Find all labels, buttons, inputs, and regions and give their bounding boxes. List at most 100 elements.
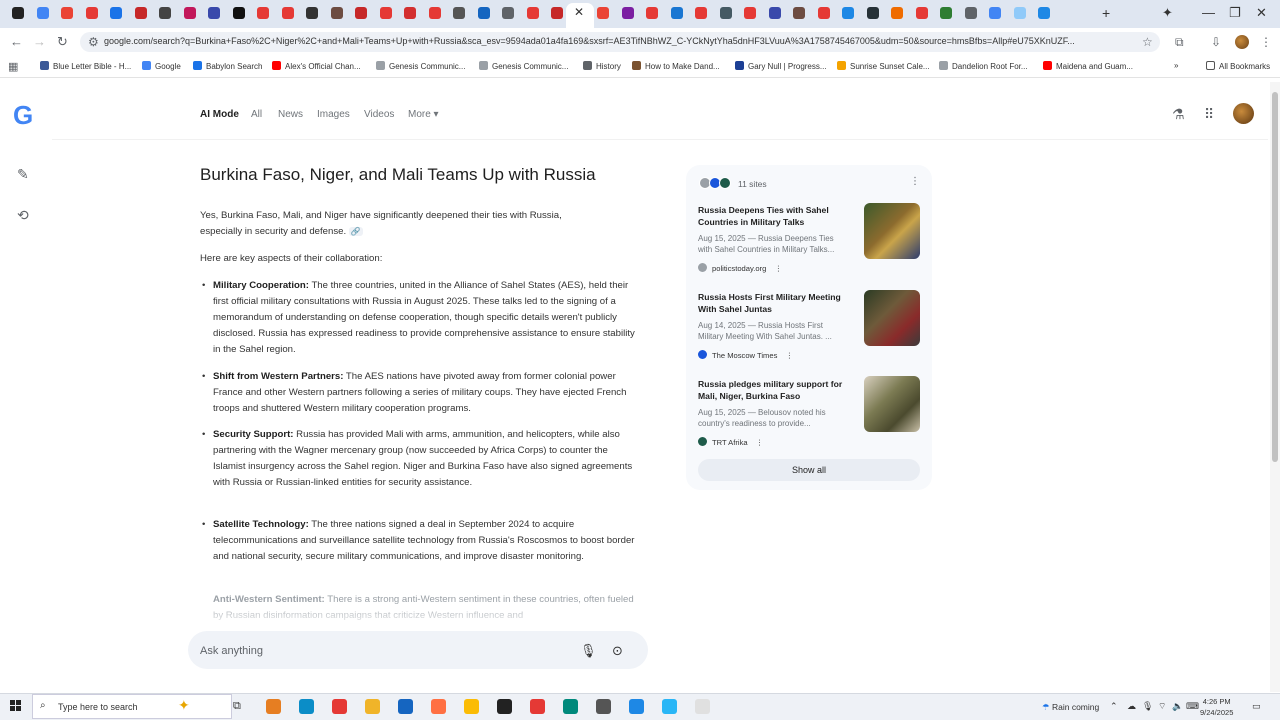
source-options-icon[interactable]: ⋮ [786, 351, 794, 360]
maximize-icon[interactable]: ❐ [1229, 5, 1241, 21]
bookmark-item[interactable]: History [583, 61, 621, 71]
new-tab-icon[interactable]: + [1102, 5, 1110, 21]
browser-profile-avatar[interactable] [1235, 35, 1249, 49]
all-bookmarks[interactable]: All Bookmarks [1206, 61, 1270, 71]
ask-input-placeholder[interactable]: Ask anything [200, 645, 263, 657]
tab-favicon[interactable] [670, 7, 683, 19]
tab-favicon[interactable] [842, 7, 854, 19]
source-thumbnail[interactable] [864, 376, 920, 432]
tab-favicon[interactable] [183, 7, 196, 19]
notifications-icon[interactable]: ▭ [1252, 701, 1261, 712]
taskbar-app-icon[interactable] [266, 699, 281, 714]
tab-news[interactable]: News [278, 109, 303, 120]
tab-favicon[interactable] [1013, 7, 1026, 19]
tab-favicon[interactable] [621, 7, 634, 19]
bookmark-item[interactable]: Gary Null | Progress... [735, 61, 827, 71]
browser-menu-icon[interactable]: ⋮ [1260, 35, 1272, 49]
tab-favicon[interactable] [379, 7, 392, 19]
bookmark-item[interactable]: Sunrise Sunset Cale... [837, 61, 930, 71]
bookmarks-overflow-icon[interactable]: » [1174, 61, 1178, 70]
tab-favicon[interactable] [793, 7, 805, 19]
tab-ai-mode[interactable]: AI Mode [200, 109, 239, 120]
tab-favicon[interactable] [12, 7, 24, 19]
sites-count[interactable]: 11 sites [738, 179, 767, 189]
lens-camera-icon[interactable]: ⊙ [612, 643, 623, 659]
tab-favicon[interactable] [134, 7, 147, 19]
close-window-icon[interactable]: ✕ [1256, 5, 1267, 21]
volume-icon[interactable]: 🔈 [1172, 701, 1183, 712]
tab-favicon[interactable] [159, 7, 171, 19]
tab-favicon[interactable] [330, 7, 343, 19]
taskbar-app-icon[interactable] [464, 699, 479, 714]
taskbar-search-placeholder[interactable]: Type here to search [58, 702, 138, 712]
taskbar-app-icon[interactable] [596, 699, 611, 714]
taskbar-app-icon[interactable] [563, 699, 578, 714]
google-apps-icon[interactable]: ⠿ [1204, 106, 1214, 123]
tab-favicon[interactable] [110, 7, 122, 19]
taskbar-app-icon[interactable] [299, 699, 314, 714]
source-thumbnail[interactable] [864, 290, 920, 346]
taskbar-app-icon[interactable] [497, 699, 512, 714]
tray-overflow-icon[interactable]: ⌃ [1110, 701, 1118, 712]
tab-favicon[interactable] [257, 7, 269, 19]
tab-favicon[interactable] [768, 7, 781, 19]
search-highlight-icon[interactable]: ✦ [178, 697, 190, 714]
minimize-icon[interactable]: — [1202, 5, 1215, 20]
bookmark-item[interactable]: Google [142, 61, 181, 71]
tab-favicon[interactable] [355, 7, 367, 19]
tab-videos[interactable]: Videos [364, 109, 394, 120]
tab-favicon[interactable] [453, 7, 465, 19]
scrollbar-thumb[interactable] [1272, 92, 1278, 462]
tab-favicon[interactable] [85, 7, 98, 19]
bookmark-item[interactable]: Alex's Official Chan... [272, 61, 361, 71]
tab-favicon[interactable] [502, 7, 514, 19]
bookmark-item[interactable]: Dandelion Root For... [939, 61, 1028, 71]
source-title[interactable]: Russia pledges military support for Mali… [698, 378, 858, 402]
tab-favicon[interactable] [281, 7, 294, 19]
extensions-icon[interactable]: ⧉ [1175, 35, 1184, 50]
tab-favicon[interactable] [597, 7, 609, 19]
tab-favicon[interactable] [208, 7, 220, 19]
tab-all[interactable]: All [251, 109, 262, 120]
taskbar-app-icon[interactable] [332, 699, 347, 714]
taskbar-app-icon[interactable] [398, 699, 413, 714]
taskbar-app-icon[interactable] [629, 699, 644, 714]
tab-favicon[interactable] [646, 7, 658, 19]
tab-favicon[interactable] [232, 7, 245, 19]
reload-icon[interactable]: ↻ [57, 34, 68, 50]
bookmark-item[interactable]: Blue Letter Bible - H... [40, 61, 131, 71]
tab-favicon[interactable] [36, 7, 49, 19]
source-title[interactable]: Russia Deepens Ties with Sahel Countries… [698, 204, 858, 228]
bookmark-item[interactable]: Genesis Communic... [479, 61, 568, 71]
citation-link-icon[interactable]: 🔗 [348, 227, 363, 236]
show-all-button[interactable]: Show all [698, 459, 920, 481]
tab-favicon[interactable] [404, 7, 416, 19]
tab-favicon[interactable] [940, 7, 952, 19]
forward-icon[interactable]: → [33, 34, 46, 49]
source-title[interactable]: Russia Hosts First Military Meeting With… [698, 291, 858, 315]
source-options-icon[interactable]: ⋮ [756, 438, 764, 447]
microphone-icon[interactable]: 🎙 [580, 643, 597, 659]
tab-favicon[interactable] [695, 7, 707, 19]
bookmark-item[interactable]: Babylon Search [193, 61, 262, 71]
tab-more[interactable]: More ▾ [408, 109, 439, 120]
back-icon[interactable]: ← [10, 34, 23, 49]
tab-images[interactable]: Images [317, 109, 350, 120]
apps-grid-icon[interactable]: ▦ [8, 60, 18, 73]
windows-start-icon[interactable] [10, 700, 22, 712]
tab-favicon[interactable] [477, 7, 490, 19]
taskbar-app-icon[interactable] [530, 699, 545, 714]
tab-favicon[interactable] [964, 7, 977, 19]
bookmark-item[interactable]: Maidena and Guam... [1043, 61, 1133, 71]
tab-favicon[interactable] [551, 7, 563, 19]
network-icon[interactable]: ☁ [1127, 701, 1136, 712]
wifi-icon[interactable]: ⌔ [1158, 701, 1166, 712]
source-thumbnail[interactable] [864, 203, 920, 259]
taskbar-app-icon[interactable] [431, 699, 446, 714]
ime-icon[interactable]: ⌨ [1186, 701, 1199, 712]
tab-favicon[interactable] [1038, 7, 1050, 19]
tab-favicon[interactable] [989, 7, 1001, 19]
bookmark-item[interactable]: How to Make Dand... [632, 61, 720, 71]
google-logo[interactable]: G [13, 100, 33, 131]
taskbar-app-icon[interactable] [695, 699, 710, 714]
